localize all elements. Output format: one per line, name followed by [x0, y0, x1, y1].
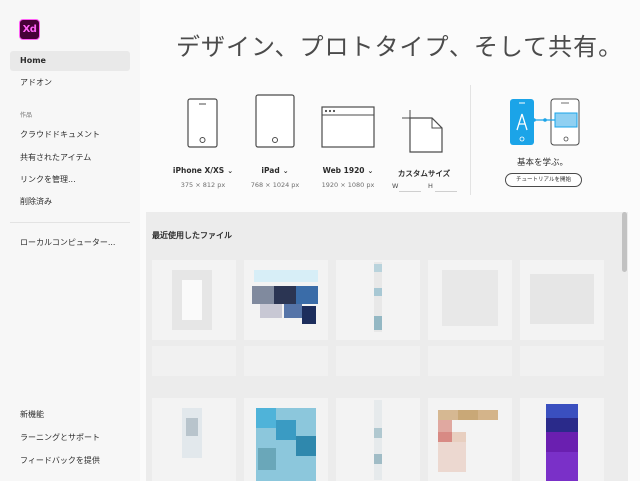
- sidebar: Xd Home アドオン 作品 クラウドドキュメント 共有されたアイテム リンク…: [0, 0, 140, 481]
- recent-file-thumbnail[interactable]: [428, 398, 512, 481]
- start-tutorial-button[interactable]: チュートリアルを開始: [505, 173, 582, 187]
- sidebar-item-feedback[interactable]: フィードバックを提供: [10, 451, 130, 471]
- recent-file-thumbnail[interactable]: [244, 260, 328, 340]
- sidebar-item-manage-links[interactable]: リンクを管理...: [10, 170, 130, 190]
- custom-height-label: H: [428, 182, 433, 190]
- sidebar-item-shared[interactable]: 共有されたアイテム: [10, 148, 130, 168]
- recent-files-title: 最近使用したファイル: [152, 231, 232, 240]
- sidebar-item-addons[interactable]: アドオン: [10, 73, 130, 93]
- page-headline: デザイン、プロトタイプ、そして共有。: [176, 33, 624, 61]
- sidebar-section-works: 作品: [20, 112, 33, 119]
- preset-custom-label: カスタムサイズ: [397, 169, 451, 178]
- recent-files-panel: 最近使用したファイル: [146, 212, 628, 481]
- recent-file-thumbnail[interactable]: [428, 260, 512, 340]
- custom-size-icon: [402, 110, 443, 153]
- sidebar-item-home[interactable]: Home: [10, 51, 130, 71]
- recent-file-caption: [336, 346, 420, 376]
- recent-file-thumbnail[interactable]: [520, 260, 604, 340]
- recent-file-thumbnail[interactable]: [152, 260, 236, 340]
- recent-file-caption: [520, 346, 604, 376]
- recent-file-thumbnail[interactable]: [336, 260, 420, 340]
- custom-width-input[interactable]: [399, 180, 421, 192]
- recent-file-thumbnail[interactable]: [336, 398, 420, 481]
- xd-home-window: Xd Home アドオン 作品 クラウドドキュメント 共有されたアイテム リンク…: [0, 0, 640, 481]
- recent-file-thumbnail[interactable]: [520, 398, 604, 481]
- chevron-down-icon: ⌄: [367, 167, 374, 175]
- custom-height-input[interactable]: [435, 180, 457, 192]
- sidebar-item-deleted[interactable]: 削除済み: [10, 192, 130, 212]
- sidebar-item-whats-new[interactable]: 新機能: [10, 405, 130, 425]
- recent-file-caption: [428, 346, 512, 376]
- tablet-icon: [255, 94, 295, 148]
- sidebar-item-cloud-documents[interactable]: クラウドドキュメント: [10, 125, 130, 145]
- sidebar-item-local-computer[interactable]: ローカルコンピューター...: [10, 233, 130, 253]
- sidebar-divider: [10, 222, 130, 223]
- xd-logo: Xd: [19, 19, 40, 40]
- custom-width-label: W: [392, 182, 399, 190]
- browser-window-icon: [321, 106, 375, 148]
- sidebar-item-learning-support[interactable]: ラーニングとサポート: [10, 428, 130, 448]
- recent-file-thumbnail[interactable]: [244, 398, 328, 481]
- recent-files-scrollbar[interactable]: [622, 212, 627, 272]
- tutorial-illustration-icon: [510, 98, 580, 146]
- presets-separator: [470, 85, 471, 195]
- learn-basics-title: 基本を学ぶ。: [516, 158, 568, 168]
- preset-web-size: 1920 × 1080 px: [321, 181, 375, 189]
- recent-file-caption: [152, 346, 236, 376]
- recent-file-thumbnail[interactable]: [152, 398, 236, 481]
- phone-icon: [187, 98, 218, 148]
- recent-file-caption: [244, 346, 328, 376]
- chevron-down-icon: ⌄: [282, 167, 289, 175]
